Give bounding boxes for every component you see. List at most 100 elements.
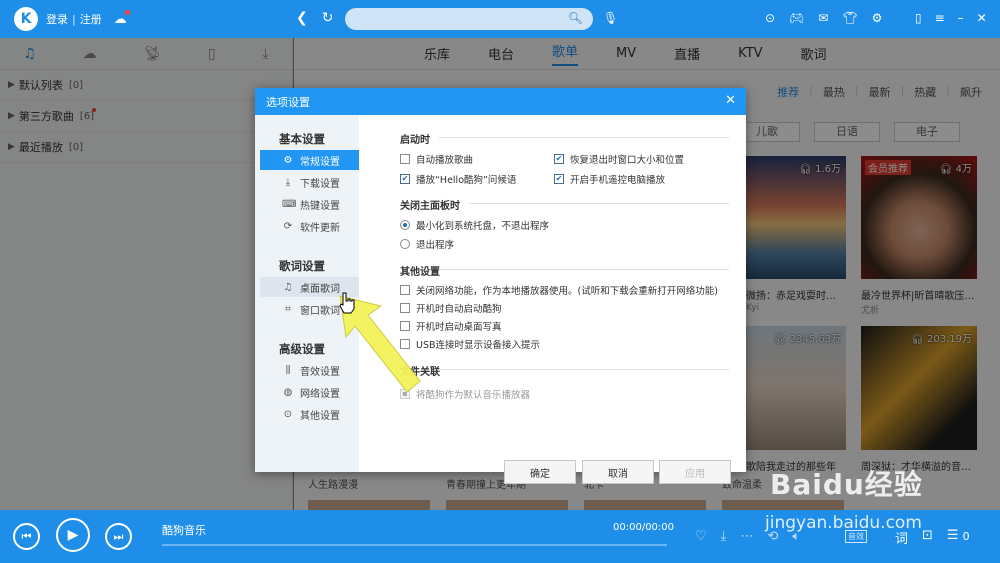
nav-download-settings[interactable]: ⤓ 下载设置 bbox=[260, 172, 359, 192]
back-arrow-icon[interactable]: ❮ bbox=[296, 10, 308, 26]
disable-network-checkbox[interactable]: 关闭网络功能，作为本地播放器使用。(试听和下载会重新打开网络功能) bbox=[400, 283, 718, 297]
refresh-icon[interactable]: ↻ bbox=[322, 10, 334, 26]
nav-item-label: 下载设置 bbox=[300, 178, 340, 190]
close-icon[interactable]: ✕ bbox=[725, 93, 736, 108]
minimize-icon[interactable]: – bbox=[958, 11, 964, 25]
nav-software-update[interactable]: ⟳ 软件更新 bbox=[260, 216, 359, 236]
window-lyrics-icon: ⌗ bbox=[285, 303, 291, 315]
radio-button[interactable] bbox=[400, 220, 410, 230]
desktop-photo-checkbox[interactable]: 开机时启动桌面写真 bbox=[400, 319, 502, 333]
dialog-header: 选项设置 ✕ bbox=[255, 88, 746, 115]
section-title-close-panel: 关闭主面板时 bbox=[400, 201, 460, 212]
gear-icon: ⚙ bbox=[283, 154, 293, 166]
kugou-logo[interactable]: K bbox=[14, 7, 38, 31]
play-time: 00:00/00:00 bbox=[613, 522, 675, 533]
video-icon[interactable]: ⊙ bbox=[765, 11, 775, 25]
nav-sound-effects[interactable]: ⫼ 音效设置 bbox=[260, 360, 359, 380]
baidu-watermark: Baidu经验 jingyan.baidu.com bbox=[765, 463, 923, 533]
section-divider bbox=[439, 137, 729, 138]
checkbox-box[interactable] bbox=[400, 154, 410, 164]
nav-item-label: 网络设置 bbox=[300, 388, 340, 400]
exit-program-radio[interactable]: 退出程序 bbox=[400, 237, 454, 251]
option-label: 将酷狗作为默认音乐播放器 bbox=[416, 390, 531, 401]
menu-icon[interactable]: ≡ bbox=[935, 11, 945, 25]
auto-play-checkbox[interactable]: 自动播放歌曲 bbox=[400, 152, 473, 166]
nav-group-basic: 基本设置 bbox=[279, 132, 325, 146]
message-icon[interactable]: ✉ bbox=[818, 11, 828, 25]
title-bar: K 登录 | 注册 ☁ ❮ ↻ 🔍︎ 🎙︎ ⊙ 🎮︎ ✉ 👕︎ ⚙ ▯ ≡ – … bbox=[0, 0, 1000, 38]
option-label: 自动播放歌曲 bbox=[416, 155, 474, 166]
option-label: 恢复退出时窗口大小和位置 bbox=[570, 155, 685, 166]
option-label: 关闭网络功能，作为本地播放器使用。(试听和下载会重新打开网络功能) bbox=[416, 286, 718, 297]
desktop-lyrics-icon: ♫ bbox=[283, 281, 293, 293]
mobile-icon[interactable]: ▯ bbox=[915, 11, 922, 25]
nav-general-settings[interactable]: ⚙ 常规设置 bbox=[260, 150, 359, 170]
nav-item-label: 窗口歌词 bbox=[300, 305, 340, 317]
download-icon: ⤓ bbox=[285, 176, 291, 188]
search-input[interactable]: 🔍︎ bbox=[345, 8, 593, 30]
cloud-icon[interactable]: ☁ bbox=[114, 9, 130, 27]
window-controls: ▯ ≡ – ✕ bbox=[915, 11, 987, 25]
settings-nav: 基本设置 ⚙ 常规设置 ⤓ 下载设置 ⌨ 热键设置 ⟳ 软件更新 歌词设置 ♫ … bbox=[255, 115, 359, 472]
dialog-title: 选项设置 bbox=[266, 95, 310, 109]
checkbox-box[interactable] bbox=[400, 303, 410, 313]
ok-button[interactable]: 确定 bbox=[504, 460, 576, 484]
nav-desktop-lyrics[interactable]: ♫ 桌面歌词 bbox=[260, 277, 359, 297]
checkbox-box[interactable] bbox=[400, 339, 410, 349]
section-title-file-assoc: 文件关联 bbox=[400, 367, 440, 378]
nav-network-settings[interactable]: ◍ 网络设置 bbox=[260, 382, 359, 402]
playlist-icon[interactable]: ☰ bbox=[947, 528, 959, 547]
default-player-checkbox[interactable]: ▪ 将酷狗作为默认音乐播放器 bbox=[400, 387, 530, 401]
search-icon[interactable]: 🔍︎ bbox=[568, 11, 583, 25]
phone-remote-checkbox[interactable]: ✔ 开启手机遥控电脑播放 bbox=[554, 172, 665, 186]
skin-icon[interactable]: 👕︎ bbox=[842, 11, 857, 25]
download-icon[interactable]: ⤓ bbox=[721, 529, 727, 544]
minimize-to-tray-radio[interactable]: 最小化到系统托盘，不退出程序 bbox=[400, 218, 549, 232]
checkbox-box[interactable] bbox=[400, 321, 410, 331]
playlist-count: 0 bbox=[962, 530, 970, 543]
next-icon[interactable]: ⏭ bbox=[105, 523, 132, 550]
hello-greeting-checkbox[interactable]: ✔ 播放“Hello酷狗”问候语 bbox=[400, 172, 516, 186]
radio-button[interactable] bbox=[400, 239, 410, 249]
play-icon[interactable]: ▶ bbox=[56, 518, 90, 552]
current-song: 酷狗音乐 bbox=[162, 524, 206, 537]
options-dialog: 选项设置 ✕ 基本设置 ⚙ 常规设置 ⤓ 下载设置 ⌨ 热键设置 ⟳ 软件更新 … bbox=[255, 88, 746, 484]
progress-bar[interactable] bbox=[162, 544, 667, 546]
nav-other-settings[interactable]: ⊙ 其他设置 bbox=[260, 404, 359, 424]
section-divider bbox=[439, 369, 729, 370]
nav-item-label: 软件更新 bbox=[300, 222, 340, 234]
option-label: 退出程序 bbox=[416, 240, 455, 251]
register-link[interactable]: 注册 bbox=[80, 11, 102, 27]
checkbox-box[interactable]: ✔ bbox=[400, 174, 410, 184]
desktop-lyrics-icon[interactable]: ⊡ bbox=[922, 528, 933, 547]
section-divider bbox=[439, 269, 729, 270]
login-link[interactable]: 登录 bbox=[46, 11, 68, 27]
checkbox-box[interactable]: ✔ bbox=[554, 174, 564, 184]
game-icon[interactable]: 🎮︎ bbox=[789, 11, 804, 25]
option-label: 最小化到系统托盘，不退出程序 bbox=[416, 221, 550, 232]
microphone-icon[interactable]: 🎙︎ bbox=[603, 11, 618, 25]
checkbox-box[interactable]: ▪ bbox=[400, 389, 410, 399]
nav-window-lyrics[interactable]: ⌗ 窗口歌词 bbox=[260, 299, 359, 319]
restore-window-checkbox[interactable]: ✔ 恢复退出时窗口大小和位置 bbox=[554, 152, 684, 166]
usb-prompt-checkbox[interactable]: USB连接时显示设备接入提示 bbox=[400, 337, 540, 351]
previous-icon[interactable]: ⏮ bbox=[13, 523, 40, 550]
autostart-checkbox[interactable]: 开机时自动启动酷狗 bbox=[400, 301, 502, 315]
top-tools: ⊙ 🎮︎ ✉ 👕︎ ⚙ bbox=[765, 11, 882, 25]
cancel-button[interactable]: 取消 bbox=[582, 460, 654, 484]
settings-gear-icon[interactable]: ⚙ bbox=[872, 11, 883, 25]
section-divider bbox=[469, 203, 729, 204]
more-icon[interactable]: ⋯ bbox=[740, 529, 753, 544]
login-separator: | bbox=[72, 12, 76, 26]
checkbox-box[interactable] bbox=[400, 285, 410, 295]
apply-button[interactable]: 应用 bbox=[659, 460, 731, 484]
option-label: USB连接时显示设备接入提示 bbox=[416, 340, 541, 351]
globe-icon: ◍ bbox=[283, 386, 293, 398]
close-window-icon[interactable]: ✕ bbox=[977, 11, 987, 25]
checkbox-box[interactable]: ✔ bbox=[554, 154, 564, 164]
equalizer-icon: ⫼ bbox=[285, 364, 291, 376]
nav-hotkey-settings[interactable]: ⌨ 热键设置 bbox=[260, 194, 359, 214]
heart-icon[interactable]: ♡ bbox=[695, 529, 707, 544]
option-label: 开启手机遥控电脑播放 bbox=[570, 175, 666, 186]
nav-group-advanced: 高级设置 bbox=[279, 342, 325, 356]
